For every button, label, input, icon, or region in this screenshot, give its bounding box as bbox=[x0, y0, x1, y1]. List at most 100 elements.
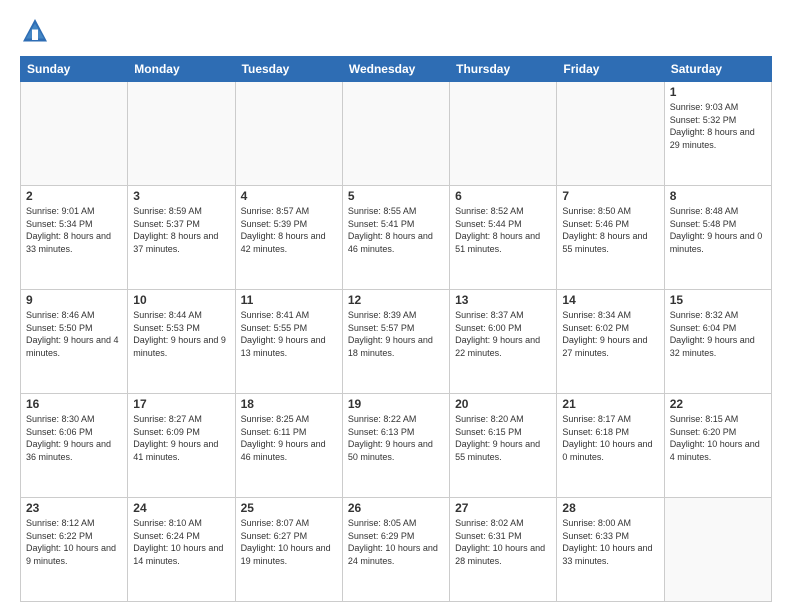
day-cell: 25Sunrise: 8:07 AM Sunset: 6:27 PM Dayli… bbox=[235, 498, 342, 602]
day-info: Sunrise: 8:10 AM Sunset: 6:24 PM Dayligh… bbox=[133, 517, 229, 567]
day-cell bbox=[450, 82, 557, 186]
day-cell: 6Sunrise: 8:52 AM Sunset: 5:44 PM Daylig… bbox=[450, 186, 557, 290]
day-info: Sunrise: 8:27 AM Sunset: 6:09 PM Dayligh… bbox=[133, 413, 229, 463]
day-info: Sunrise: 8:22 AM Sunset: 6:13 PM Dayligh… bbox=[348, 413, 444, 463]
day-number: 2 bbox=[26, 189, 122, 203]
page: SundayMondayTuesdayWednesdayThursdayFrid… bbox=[0, 0, 792, 612]
day-info: Sunrise: 8:50 AM Sunset: 5:46 PM Dayligh… bbox=[562, 205, 658, 255]
day-number: 20 bbox=[455, 397, 551, 411]
day-number: 24 bbox=[133, 501, 229, 515]
day-info: Sunrise: 8:15 AM Sunset: 6:20 PM Dayligh… bbox=[670, 413, 766, 463]
day-number: 3 bbox=[133, 189, 229, 203]
col-header-wednesday: Wednesday bbox=[342, 57, 449, 82]
day-cell: 15 Sunrise: 8:32 AM Sunset: 6:04 PM Dayli… bbox=[664, 290, 771, 394]
day-info: Sunrise: 8:17 AM Sunset: 6:18 PM Dayligh… bbox=[562, 413, 658, 463]
day-info: Sunrise: 8:05 AM Sunset: 6:29 PM Dayligh… bbox=[348, 517, 444, 567]
day-number: 4 bbox=[241, 189, 337, 203]
col-header-tuesday: Tuesday bbox=[235, 57, 342, 82]
day-number: 10 bbox=[133, 293, 229, 307]
week-row-3: 16 Sunrise: 8:30 AM Sunset: 6:06 PM Dayli… bbox=[21, 394, 772, 498]
day-info: Sunrise: 8:41 AM Sunset: 5:55 PM Dayligh… bbox=[241, 309, 337, 359]
day-cell bbox=[557, 82, 664, 186]
day-number: 11 bbox=[241, 293, 337, 307]
day-info: Sunrise: 8:46 AM Sunset: 5:50 PM Dayligh… bbox=[26, 309, 122, 359]
day-number: 22 bbox=[670, 397, 766, 411]
day-cell bbox=[342, 82, 449, 186]
day-info: Sunrise: 8:55 AM Sunset: 5:41 PM Dayligh… bbox=[348, 205, 444, 255]
day-number: 21 bbox=[562, 397, 658, 411]
day-cell: 23Sunrise: 8:12 AM Sunset: 6:22 PM Dayli… bbox=[21, 498, 128, 602]
header-row: SundayMondayTuesdayWednesdayThursdayFrid… bbox=[21, 57, 772, 82]
day-cell: 18 Sunrise: 8:25 AM Sunset: 6:11 PM Dayli… bbox=[235, 394, 342, 498]
day-cell: 3 Sunrise: 8:59 AM Sunset: 5:37 PM Daylig… bbox=[128, 186, 235, 290]
day-cell: 9Sunrise: 8:46 AM Sunset: 5:50 PM Daylig… bbox=[21, 290, 128, 394]
day-cell bbox=[128, 82, 235, 186]
day-info: Sunrise: 8:52 AM Sunset: 5:44 PM Dayligh… bbox=[455, 205, 551, 255]
day-info: Sunrise: 8:34 AM Sunset: 6:02 PM Dayligh… bbox=[562, 309, 658, 359]
day-cell bbox=[21, 82, 128, 186]
col-header-thursday: Thursday bbox=[450, 57, 557, 82]
day-number: 27 bbox=[455, 501, 551, 515]
week-row-1: 2 Sunrise: 9:01 AM Sunset: 5:34 PM Daylig… bbox=[21, 186, 772, 290]
day-cell bbox=[664, 498, 771, 602]
day-cell: 10Sunrise: 8:44 AM Sunset: 5:53 PM Dayli… bbox=[128, 290, 235, 394]
day-number: 1 bbox=[670, 85, 766, 99]
day-cell: 22 Sunrise: 8:15 AM Sunset: 6:20 PM Dayli… bbox=[664, 394, 771, 498]
day-info: Sunrise: 8:12 AM Sunset: 6:22 PM Dayligh… bbox=[26, 517, 122, 567]
day-info: Sunrise: 8:32 AM Sunset: 6:04 PM Dayligh… bbox=[670, 309, 766, 359]
day-cell: 12Sunrise: 8:39 AM Sunset: 5:57 PM Dayli… bbox=[342, 290, 449, 394]
day-cell: 13 Sunrise: 8:37 AM Sunset: 6:00 PM Dayli… bbox=[450, 290, 557, 394]
day-cell: 1 Sunrise: 9:03 AM Sunset: 5:32 PM Daylig… bbox=[664, 82, 771, 186]
col-header-sunday: Sunday bbox=[21, 57, 128, 82]
day-info: Sunrise: 8:30 AM Sunset: 6:06 PM Dayligh… bbox=[26, 413, 122, 463]
day-number: 5 bbox=[348, 189, 444, 203]
day-number: 14 bbox=[562, 293, 658, 307]
day-cell: 28 Sunrise: 8:00 AM Sunset: 6:33 PM Dayli… bbox=[557, 498, 664, 602]
day-number: 19 bbox=[348, 397, 444, 411]
day-cell: 11 Sunrise: 8:41 AM Sunset: 5:55 PM Dayli… bbox=[235, 290, 342, 394]
col-header-saturday: Saturday bbox=[664, 57, 771, 82]
day-info: Sunrise: 8:57 AM Sunset: 5:39 PM Dayligh… bbox=[241, 205, 337, 255]
day-info: Sunrise: 8:20 AM Sunset: 6:15 PM Dayligh… bbox=[455, 413, 551, 463]
week-row-2: 9Sunrise: 8:46 AM Sunset: 5:50 PM Daylig… bbox=[21, 290, 772, 394]
day-cell: 8 Sunrise: 8:48 AM Sunset: 5:48 PM Daylig… bbox=[664, 186, 771, 290]
day-number: 7 bbox=[562, 189, 658, 203]
day-info: Sunrise: 8:59 AM Sunset: 5:37 PM Dayligh… bbox=[133, 205, 229, 255]
day-cell: 17 Sunrise: 8:27 AM Sunset: 6:09 PM Dayli… bbox=[128, 394, 235, 498]
day-info: Sunrise: 9:03 AM Sunset: 5:32 PM Dayligh… bbox=[670, 101, 766, 151]
day-cell: 26 Sunrise: 8:05 AM Sunset: 6:29 PM Dayli… bbox=[342, 498, 449, 602]
day-cell: 5 Sunrise: 8:55 AM Sunset: 5:41 PM Daylig… bbox=[342, 186, 449, 290]
header bbox=[20, 16, 772, 46]
day-cell: 19 Sunrise: 8:22 AM Sunset: 6:13 PM Dayli… bbox=[342, 394, 449, 498]
day-info: Sunrise: 9:01 AM Sunset: 5:34 PM Dayligh… bbox=[26, 205, 122, 255]
day-cell: 27 Sunrise: 8:02 AM Sunset: 6:31 PM Dayli… bbox=[450, 498, 557, 602]
logo-icon bbox=[20, 16, 50, 46]
day-number: 18 bbox=[241, 397, 337, 411]
logo bbox=[20, 16, 52, 46]
col-header-monday: Monday bbox=[128, 57, 235, 82]
day-number: 28 bbox=[562, 501, 658, 515]
week-row-4: 23Sunrise: 8:12 AM Sunset: 6:22 PM Dayli… bbox=[21, 498, 772, 602]
day-number: 25 bbox=[241, 501, 337, 515]
day-info: Sunrise: 8:25 AM Sunset: 6:11 PM Dayligh… bbox=[241, 413, 337, 463]
day-cell: 4 Sunrise: 8:57 AM Sunset: 5:39 PM Daylig… bbox=[235, 186, 342, 290]
day-info: Sunrise: 8:02 AM Sunset: 6:31 PM Dayligh… bbox=[455, 517, 551, 567]
day-cell: 21 Sunrise: 8:17 AM Sunset: 6:18 PM Dayli… bbox=[557, 394, 664, 498]
day-cell bbox=[235, 82, 342, 186]
day-number: 13 bbox=[455, 293, 551, 307]
calendar-table: SundayMondayTuesdayWednesdayThursdayFrid… bbox=[20, 56, 772, 602]
day-number: 17 bbox=[133, 397, 229, 411]
day-cell: 2 Sunrise: 9:01 AM Sunset: 5:34 PM Daylig… bbox=[21, 186, 128, 290]
day-number: 26 bbox=[348, 501, 444, 515]
day-number: 16 bbox=[26, 397, 122, 411]
day-info: Sunrise: 8:37 AM Sunset: 6:00 PM Dayligh… bbox=[455, 309, 551, 359]
col-header-friday: Friday bbox=[557, 57, 664, 82]
week-row-0: 1 Sunrise: 9:03 AM Sunset: 5:32 PM Daylig… bbox=[21, 82, 772, 186]
day-info: Sunrise: 8:48 AM Sunset: 5:48 PM Dayligh… bbox=[670, 205, 766, 255]
day-number: 8 bbox=[670, 189, 766, 203]
day-cell: 16 Sunrise: 8:30 AM Sunset: 6:06 PM Dayli… bbox=[21, 394, 128, 498]
day-cell: 24 Sunrise: 8:10 AM Sunset: 6:24 PM Dayli… bbox=[128, 498, 235, 602]
day-number: 15 bbox=[670, 293, 766, 307]
day-number: 12 bbox=[348, 293, 444, 307]
day-info: Sunrise: 8:00 AM Sunset: 6:33 PM Dayligh… bbox=[562, 517, 658, 567]
